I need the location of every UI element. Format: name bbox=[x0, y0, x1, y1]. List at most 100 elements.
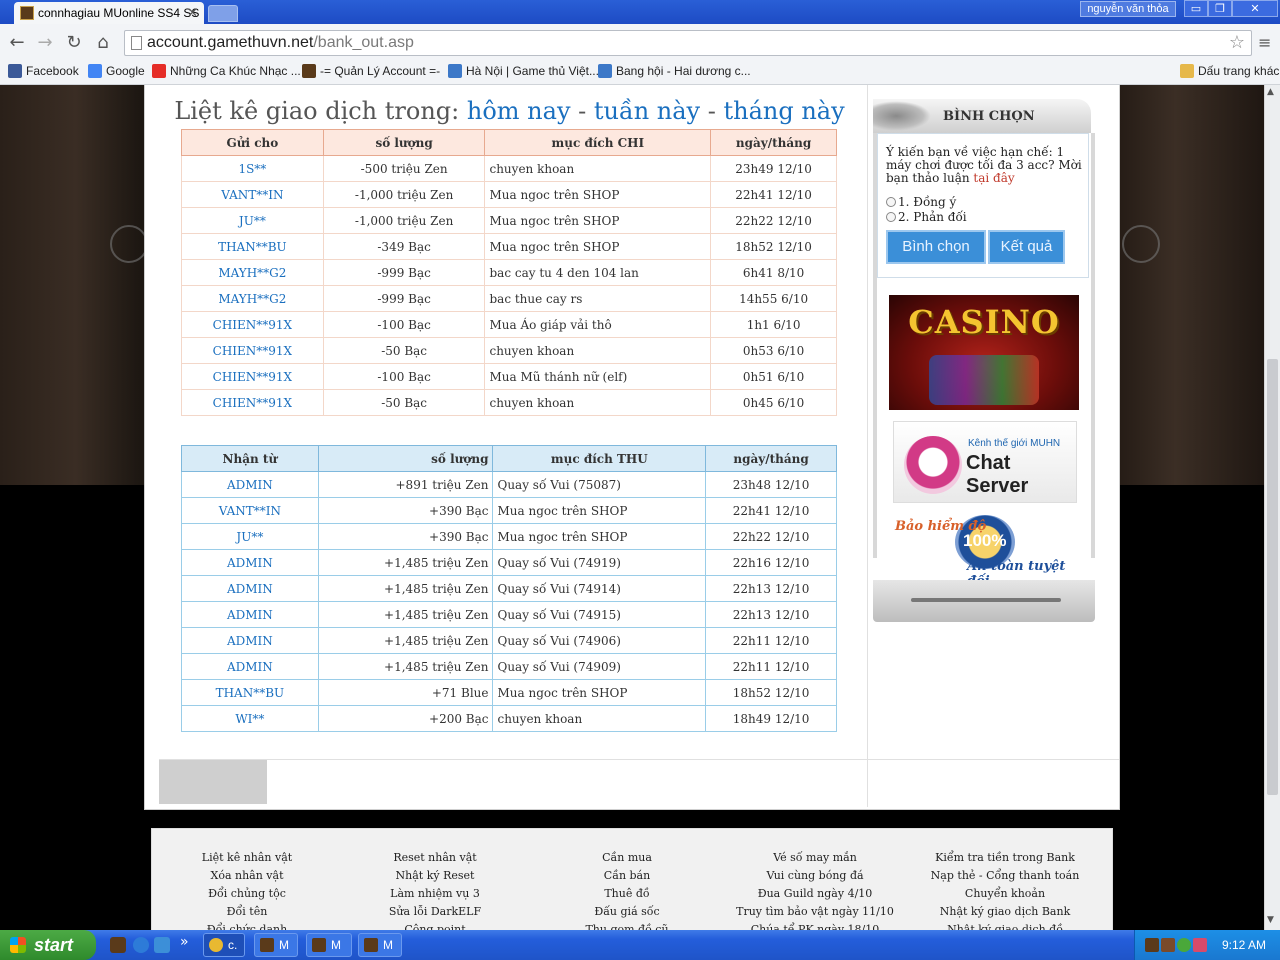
scroll-down-icon[interactable]: ▼ bbox=[1267, 915, 1274, 925]
footer-link[interactable]: Truy tìm bảo vật ngày 11/10 bbox=[720, 903, 910, 921]
task-chrome[interactable]: c. bbox=[203, 933, 245, 957]
close-window-button[interactable]: ✕ bbox=[1232, 0, 1278, 17]
tray-game-icon[interactable] bbox=[1161, 938, 1175, 952]
bookmark-account[interactable]: -= Quản Lý Account =- bbox=[302, 64, 440, 78]
counterparty-link[interactable]: MAYH**G2 bbox=[181, 259, 324, 286]
footer-link[interactable]: Sửa lỗi DarkELF bbox=[340, 903, 530, 921]
link-today[interactable]: hôm nay bbox=[467, 97, 571, 125]
footer-link[interactable]: Reset nhân vật bbox=[340, 849, 530, 867]
footer-col-market: Cần mua Cần bán Thuê đồ Đấu giá sốc Thu … bbox=[532, 849, 722, 930]
counterparty-link[interactable]: JU** bbox=[181, 523, 319, 550]
footer-link[interactable]: Thuê đồ bbox=[532, 885, 722, 903]
desktop-icon[interactable] bbox=[154, 937, 170, 953]
counterparty-link[interactable]: CHIEN**91X bbox=[181, 311, 324, 338]
menu-icon[interactable]: ≡ bbox=[1258, 33, 1271, 52]
footer-link[interactable]: Nhật ký Reset bbox=[340, 867, 530, 885]
vote-button[interactable]: Bình chọn bbox=[886, 230, 986, 264]
counterparty-link[interactable]: 1S** bbox=[181, 155, 324, 182]
footer-link[interactable]: Đổi tên bbox=[152, 903, 342, 921]
link-this-month[interactable]: tháng này bbox=[723, 97, 844, 125]
page-scrollbar[interactable]: ▲ ▼ bbox=[1264, 85, 1280, 930]
network-icon[interactable] bbox=[1177, 938, 1191, 952]
casino-banner[interactable]: CASINO bbox=[889, 295, 1079, 410]
tab-close-icon[interactable]: ✕ bbox=[187, 5, 198, 21]
counterparty-link[interactable]: ADMIN bbox=[181, 653, 319, 680]
counterparty-link[interactable]: THAN**BU bbox=[181, 679, 319, 706]
tray-game-icon[interactable] bbox=[1145, 938, 1159, 952]
insurance-banner[interactable]: Bảo hiểm độ 100% An toàn tuyệt đối bbox=[893, 515, 1079, 589]
counterparty-link[interactable]: VANT**IN bbox=[181, 497, 319, 524]
counterparty-link[interactable]: MAYH**G2 bbox=[181, 285, 324, 312]
footer-link[interactable]: Xóa nhân vật bbox=[152, 867, 342, 885]
bookmark-star-icon[interactable]: ☆ bbox=[1229, 32, 1245, 53]
table-row: ADMIN +891 triệu Zen Quay số Vui (75087) 23… bbox=[181, 471, 837, 498]
internet-explorer-icon[interactable] bbox=[133, 937, 149, 953]
restore-button[interactable]: ❐ bbox=[1208, 0, 1232, 17]
task-mu-2[interactable]: M bbox=[306, 933, 352, 957]
counterparty-link[interactable]: CHIEN**91X bbox=[181, 337, 324, 364]
start-button[interactable]: start bbox=[0, 930, 96, 960]
counterparty-link[interactable]: ADMIN bbox=[181, 471, 319, 498]
task-mu-3[interactable]: M bbox=[358, 933, 402, 957]
footer-link[interactable]: Vé số may mắn bbox=[720, 849, 910, 867]
new-tab-button[interactable] bbox=[208, 5, 238, 22]
counterparty-link[interactable]: ADMIN bbox=[181, 601, 319, 628]
footer-link[interactable]: Liệt kê nhân vật bbox=[152, 849, 342, 867]
footer-link[interactable]: Cần mua bbox=[532, 849, 722, 867]
bookmark-google[interactable]: Google bbox=[88, 64, 145, 78]
address-bar[interactable]: account.gamethuvn.net/bank_out.asp ☆ bbox=[124, 30, 1252, 56]
back-arrow-icon[interactable]: ← bbox=[6, 32, 28, 54]
footer-link[interactable]: Làm nhiệm vụ 3 bbox=[340, 885, 530, 903]
radio-icon[interactable] bbox=[886, 212, 896, 222]
bookmark-hanoi[interactable]: Hà Nội | Game thủ Việt... bbox=[448, 64, 599, 78]
footer-link[interactable]: Đổi chức danh bbox=[152, 921, 342, 930]
bookmark-other[interactable]: Dấu trang khác bbox=[1180, 64, 1279, 78]
footer-link[interactable]: Vui cùng bóng đá bbox=[720, 867, 910, 885]
bookmark-facebook[interactable]: Facebook bbox=[8, 64, 79, 78]
counterparty-link[interactable]: WI** bbox=[181, 705, 319, 732]
footer-link[interactable]: Nhật ký giao dịch Bank bbox=[910, 903, 1100, 921]
footer-link[interactable]: Chuyển khoản bbox=[910, 885, 1100, 903]
bookmark-youtube[interactable]: Những Ca Khúc Nhạc ... bbox=[152, 64, 301, 78]
poll-discuss-link[interactable]: tại đây bbox=[973, 171, 1014, 185]
counterparty-link[interactable]: JU** bbox=[181, 207, 324, 234]
scroll-thumb[interactable] bbox=[1267, 359, 1278, 795]
link-this-week[interactable]: tuần này bbox=[594, 97, 700, 125]
tab-active[interactable]: connhagiau MUonline SS4 SS ✕ bbox=[14, 2, 204, 24]
poll-option-agree[interactable]: 1. Đồng ý bbox=[886, 195, 956, 209]
page-viewport: Liệt kê giao dịch trong: hôm nay - tuần … bbox=[0, 85, 1264, 930]
footer-link[interactable]: Nhật ký giao dịch đồ bbox=[910, 921, 1100, 930]
footer-link[interactable]: Công point bbox=[340, 921, 530, 930]
footer-link[interactable]: Nạp thẻ - Cổng thanh toán bbox=[910, 867, 1100, 885]
scroll-up-icon[interactable]: ▲ bbox=[1267, 87, 1274, 97]
counterparty-link[interactable]: ADMIN bbox=[181, 549, 319, 576]
counterparty-link[interactable]: ADMIN bbox=[181, 575, 319, 602]
mu-game-icon[interactable] bbox=[110, 937, 126, 953]
quicklaunch-overflow-icon[interactable]: » bbox=[180, 934, 189, 950]
counterparty-link[interactable]: THAN**BU bbox=[181, 233, 324, 260]
counterparty-link[interactable]: VANT**IN bbox=[181, 181, 324, 208]
result-button[interactable]: Kết quả bbox=[988, 230, 1065, 264]
reload-icon[interactable]: ↻ bbox=[63, 32, 85, 54]
counterparty-link[interactable]: CHIEN**91X bbox=[181, 389, 324, 416]
footer-link[interactable]: Đấu giá sốc bbox=[532, 903, 722, 921]
footer-link[interactable]: Kiểm tra tiền trong Bank bbox=[910, 849, 1100, 867]
forward-arrow-icon[interactable]: → bbox=[34, 32, 56, 54]
chat-server-banner[interactable]: Kênh thế giới MUHN Chat Server bbox=[893, 421, 1077, 503]
profile-user-button[interactable]: nguyễn văn thỏa bbox=[1080, 1, 1176, 17]
footer-link[interactable]: Đua Guild ngày 4/10 bbox=[720, 885, 910, 903]
poll-option-disagree[interactable]: 2. Phản đối bbox=[886, 210, 967, 224]
bookmark-banghoi[interactable]: Bang hội - Hai dương c... bbox=[598, 64, 751, 78]
footer-link[interactable]: Thu gom đồ cũ bbox=[532, 921, 722, 930]
counterparty-link[interactable]: ADMIN bbox=[181, 627, 319, 654]
counterparty-link[interactable]: CHIEN**91X bbox=[181, 363, 324, 390]
tray-app-icon[interactable] bbox=[1193, 938, 1207, 952]
purpose-cell: chuyen khoan bbox=[492, 705, 707, 732]
footer-link[interactable]: Đổi chủng tộc bbox=[152, 885, 342, 903]
footer-link[interactable]: Cần bán bbox=[532, 867, 722, 885]
task-mu-1[interactable]: M bbox=[254, 933, 298, 957]
home-icon[interactable]: ⌂ bbox=[92, 32, 114, 54]
minimize-button[interactable]: ▭ bbox=[1184, 0, 1208, 17]
radio-icon[interactable] bbox=[886, 197, 896, 207]
footer-link[interactable]: Chúa tể PK ngày 18/10 bbox=[720, 921, 910, 930]
